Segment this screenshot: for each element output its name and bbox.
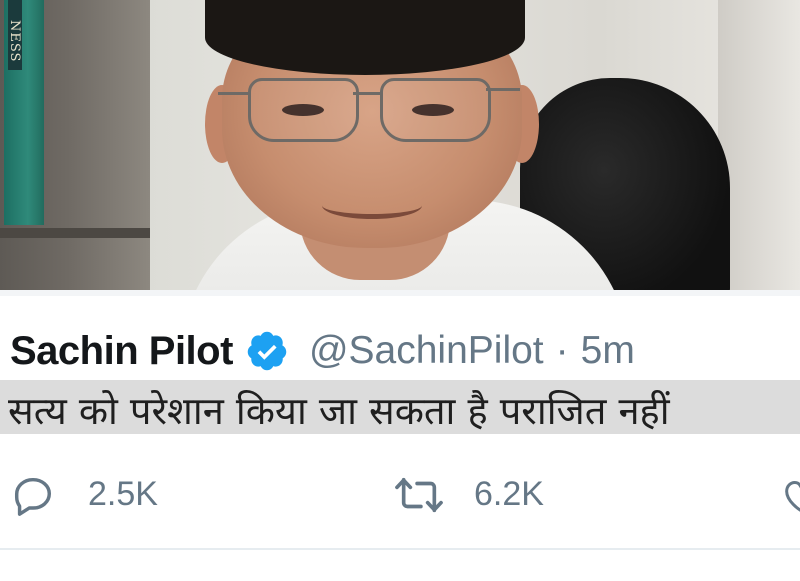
author-name[interactable]: Sachin Pilot bbox=[10, 329, 233, 374]
reply-count: 2.5K bbox=[88, 475, 158, 513]
smile bbox=[322, 192, 422, 219]
book-spine-text: NESS bbox=[7, 20, 22, 63]
glasses-bridge bbox=[353, 92, 380, 95]
tweet-header: Sachin Pilot @SachinPilot · 5m bbox=[10, 326, 635, 376]
glasses-lens-left bbox=[248, 78, 359, 142]
like-icon[interactable] bbox=[780, 472, 800, 523]
photo-divider bbox=[0, 290, 800, 296]
profile-photo: NESS bbox=[0, 0, 800, 290]
tweet-actions: 2.5K 6.2K bbox=[0, 470, 800, 520]
shelf-board bbox=[0, 228, 150, 238]
glasses-temple-left bbox=[218, 92, 250, 95]
hair bbox=[205, 0, 525, 75]
verified-badge-icon bbox=[245, 329, 289, 373]
tweet-timestamp[interactable]: 5m bbox=[581, 329, 635, 373]
retweet-icon[interactable] bbox=[392, 472, 446, 523]
glasses-temple-right bbox=[486, 88, 520, 91]
wall bbox=[718, 0, 800, 290]
tweet-bottom-divider bbox=[0, 548, 800, 550]
reply-icon[interactable] bbox=[10, 472, 56, 523]
separator-dot: · bbox=[555, 329, 569, 372]
tweet-text: सत्य को परेशान किया जा सकता है पराजित नह… bbox=[8, 389, 670, 433]
retweet-count: 6.2K bbox=[474, 475, 544, 513]
author-handle[interactable]: @SachinPilot bbox=[309, 329, 544, 373]
glasses-lens-right bbox=[380, 78, 491, 142]
